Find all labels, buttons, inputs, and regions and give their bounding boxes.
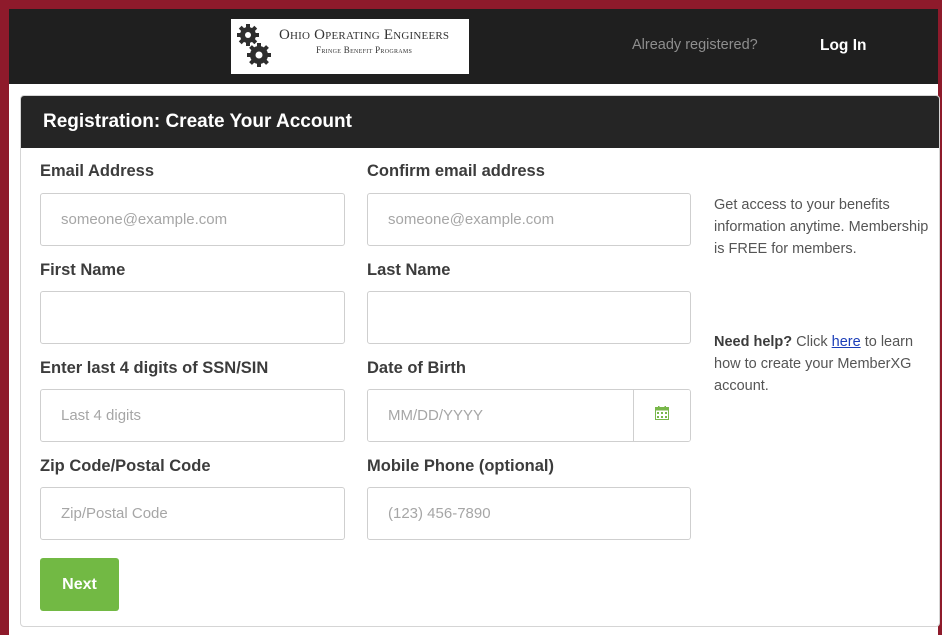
panel-header: Registration: Create Your Account bbox=[21, 96, 939, 148]
phone-label: Mobile Phone (optional) bbox=[367, 457, 554, 475]
help-text: Need help? Click here to learn how to cr… bbox=[714, 331, 929, 397]
logo-subtitle: Fringe Benefit Programs bbox=[316, 44, 413, 55]
dob-label: Date of Birth bbox=[367, 359, 466, 377]
last-name-input[interactable] bbox=[367, 291, 691, 344]
logo-text: Ohio Operating Engineers Fringe Benefit … bbox=[279, 27, 449, 55]
first-name-label: First Name bbox=[40, 261, 126, 279]
calendar-button[interactable] bbox=[633, 390, 690, 441]
ssn-label: Enter last 4 digits of SSN/SIN bbox=[40, 359, 269, 377]
registration-panel: Registration: Create Your Account Email … bbox=[20, 95, 940, 627]
calendar-icon bbox=[655, 406, 669, 425]
panel-title: Registration: Create Your Account bbox=[43, 111, 352, 132]
first-name-input[interactable] bbox=[40, 291, 345, 344]
zip-label: Zip Code/Postal Code bbox=[40, 457, 211, 475]
info-text: Get access to your benefits information … bbox=[714, 197, 929, 257]
help-heading: Need help? bbox=[714, 334, 793, 350]
help-pre-text: Click bbox=[792, 334, 832, 350]
confirm-email-label: Confirm email address bbox=[367, 162, 545, 180]
zip-input[interactable] bbox=[40, 487, 345, 540]
already-registered-text: Already registered? bbox=[632, 37, 758, 53]
brand-logo[interactable]: Ohio Operating Engineers Fringe Benefit … bbox=[231, 19, 469, 74]
phone-input[interactable] bbox=[367, 487, 691, 540]
email-input[interactable] bbox=[40, 193, 345, 246]
top-navbar: Ohio Operating Engineers Fringe Benefit … bbox=[9, 9, 938, 84]
dob-input[interactable] bbox=[368, 390, 633, 441]
ssn-input[interactable] bbox=[40, 389, 345, 442]
help-link[interactable]: here bbox=[832, 334, 861, 350]
email-label: Email Address bbox=[40, 162, 155, 180]
login-link[interactable]: Log In bbox=[820, 37, 867, 55]
confirm-email-input[interactable] bbox=[367, 193, 691, 246]
logo-title: Ohio Operating Engineers bbox=[279, 26, 450, 43]
next-button[interactable]: Next bbox=[40, 558, 119, 611]
dob-field bbox=[367, 389, 691, 442]
last-name-label: Last Name bbox=[367, 261, 451, 279]
gears-logo-icon bbox=[235, 22, 275, 72]
